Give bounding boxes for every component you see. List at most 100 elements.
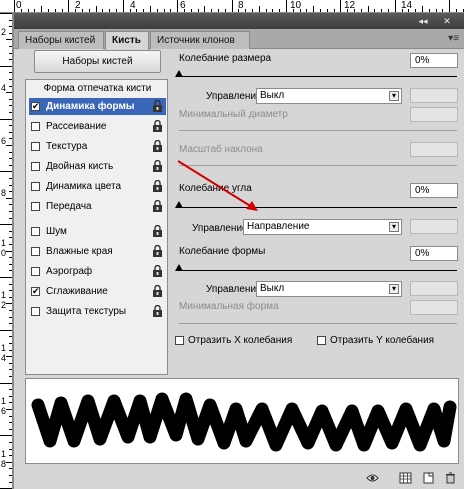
ruler-tick bbox=[9, 86, 12, 87]
ruler-tick bbox=[6, 462, 12, 463]
ruler-tick bbox=[9, 244, 12, 245]
ruler-tick bbox=[116, 9, 117, 12]
ruler-tick bbox=[9, 20, 12, 21]
ruler-tick bbox=[286, 0, 287, 12]
ruler-tick bbox=[123, 0, 124, 12]
ruler-tick bbox=[21, 9, 22, 12]
ruler-tick bbox=[9, 376, 12, 377]
ruler-tick bbox=[9, 26, 12, 27]
ruler-tick bbox=[9, 336, 12, 337]
ruler-tick bbox=[41, 6, 42, 12]
ruler-tick bbox=[204, 6, 205, 12]
ruler-tick bbox=[9, 204, 12, 205]
ruler-tick bbox=[9, 132, 12, 133]
ruler-tick bbox=[0, 119, 12, 120]
ruler-tick bbox=[6, 92, 12, 93]
ruler-tick bbox=[354, 9, 355, 12]
ruler-number: 1 0 bbox=[1, 238, 7, 258]
ruler-tick bbox=[0, 435, 12, 436]
ruler-tick bbox=[395, 0, 396, 12]
ruler-tick bbox=[9, 33, 12, 34]
ruler-tick bbox=[293, 9, 294, 12]
ruler-tick bbox=[184, 9, 185, 12]
preview-stroke bbox=[31, 392, 457, 452]
ruler-tick bbox=[252, 9, 253, 12]
ruler-tick bbox=[0, 383, 12, 384]
ruler-tick bbox=[381, 9, 382, 12]
ruler-tick bbox=[232, 0, 233, 12]
ruler-tick bbox=[9, 257, 12, 258]
eye-icon[interactable] bbox=[366, 472, 379, 484]
ruler-tick bbox=[0, 171, 12, 172]
ruler-tick bbox=[9, 310, 12, 311]
ruler-tick bbox=[374, 9, 375, 12]
ruler-tick bbox=[9, 389, 12, 390]
ruler-number: 2 bbox=[1, 27, 7, 37]
ruler-tick bbox=[9, 99, 12, 100]
ruler-tick bbox=[9, 105, 12, 106]
ruler-tick bbox=[177, 0, 178, 12]
ruler-tick bbox=[9, 343, 12, 344]
ruler-tick bbox=[9, 53, 12, 54]
ruler-tick bbox=[198, 9, 199, 12]
ruler-tick bbox=[0, 330, 12, 331]
ruler-tick bbox=[0, 277, 12, 278]
ruler-tick bbox=[9, 297, 12, 298]
ruler-tick bbox=[9, 165, 12, 166]
ruler-tick bbox=[34, 9, 35, 12]
ruler-tick bbox=[9, 264, 12, 265]
ruler-tick bbox=[9, 449, 12, 450]
ruler-left: 2 4 6 8 1 0 1 2 1 4 1 6 1 8 bbox=[0, 13, 13, 489]
ruler-tick bbox=[9, 323, 12, 324]
ruler-tick bbox=[9, 396, 12, 397]
ruler-tick bbox=[9, 185, 12, 186]
ruler-tick bbox=[191, 9, 192, 12]
ruler-tick bbox=[245, 9, 246, 12]
ruler-tick bbox=[9, 191, 12, 192]
ruler-tick bbox=[102, 9, 103, 12]
ruler-tick bbox=[368, 6, 369, 12]
ruler-tick bbox=[82, 9, 83, 12]
ruler-tick bbox=[320, 9, 321, 12]
ruler-tick bbox=[415, 9, 416, 12]
ruler-tick bbox=[334, 9, 335, 12]
ruler-tick bbox=[9, 158, 12, 159]
ruler-tick bbox=[170, 9, 171, 12]
ruler-tick bbox=[0, 66, 12, 67]
brush-panel: ◂◂ ✕ Наборы кистей Кисть Источник клонов… bbox=[13, 13, 464, 489]
ruler-tick bbox=[9, 231, 12, 232]
ruler-tick bbox=[6, 251, 12, 252]
ruler-tick bbox=[9, 211, 12, 212]
ruler-tick bbox=[164, 9, 165, 12]
grid-icon[interactable] bbox=[399, 472, 412, 484]
ruler-tick bbox=[313, 6, 314, 12]
ruler-tick bbox=[429, 9, 430, 12]
ruler-tick bbox=[456, 9, 457, 12]
ruler-tick bbox=[9, 369, 12, 370]
ruler-tick bbox=[75, 9, 76, 12]
ruler-tick bbox=[9, 138, 12, 139]
ruler-tick bbox=[9, 482, 12, 483]
ruler-tick bbox=[442, 9, 443, 12]
ruler-tick bbox=[157, 9, 158, 12]
ruler-tick bbox=[9, 422, 12, 423]
ruler-tick bbox=[225, 9, 226, 12]
ruler-tick bbox=[9, 442, 12, 443]
ruler-tick bbox=[9, 218, 12, 219]
ruler-tick bbox=[9, 59, 12, 60]
trash-icon[interactable] bbox=[444, 472, 457, 484]
ruler-tick bbox=[279, 9, 280, 12]
ruler-tick bbox=[14, 0, 15, 12]
ruler-tick bbox=[0, 13, 12, 14]
ruler-tick bbox=[422, 6, 423, 12]
ruler-tick bbox=[150, 6, 151, 12]
ruler-tick bbox=[306, 9, 307, 12]
ruler-tick bbox=[28, 9, 29, 12]
ruler-tick bbox=[340, 0, 341, 12]
ruler-tick bbox=[9, 402, 12, 403]
new-preset-icon[interactable] bbox=[422, 472, 435, 484]
ruler-tick bbox=[6, 356, 12, 357]
ruler-tick bbox=[9, 350, 12, 351]
ruler-tick bbox=[388, 9, 389, 12]
ruler-tick bbox=[408, 9, 409, 12]
